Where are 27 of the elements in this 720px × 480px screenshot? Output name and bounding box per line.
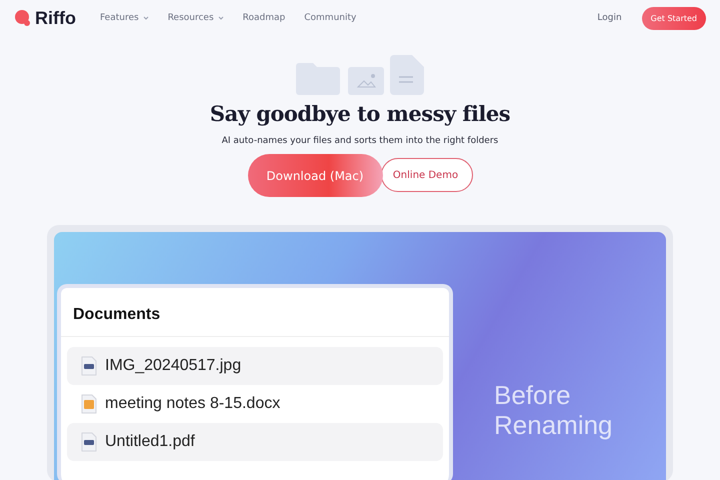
panel-title: Documents [61, 288, 449, 337]
brand-name: Riffo [35, 8, 76, 28]
hero-title: Say goodbye to messy files [210, 101, 510, 126]
get-started-button[interactable]: Get Started [642, 6, 706, 30]
file-row[interactable]: Untitled1.pdf [67, 423, 443, 461]
file-row[interactable]: IMG_20240517.jpg [67, 347, 443, 385]
showcase-caption: Before Renaming [494, 380, 614, 442]
file-name: IMG_20240517.jpg [105, 357, 242, 375]
file-name: Untitled1.pdf [105, 433, 195, 451]
login-link[interactable]: Login [597, 13, 622, 23]
note-file-icon [81, 394, 97, 414]
nav-link[interactable]: Roadmap [242, 13, 286, 23]
nav-link[interactable]: Resources [168, 13, 224, 23]
hero-subtitle: AI auto-names your files and sorts them into the right folders [222, 136, 498, 146]
chevron-down-icon [218, 16, 224, 20]
document-icon [390, 55, 424, 95]
image-file-icon [81, 432, 97, 452]
file-name: meeting notes 8-15.docx [105, 395, 280, 413]
nav-link[interactable]: Community [304, 13, 356, 23]
file-row[interactable]: meeting notes 8-15.docx [67, 385, 443, 423]
online-demo-button[interactable]: Online Demo [380, 158, 472, 192]
logo-icon [13, 9, 33, 27]
nav-link[interactable]: Features [100, 13, 149, 23]
image-icon [348, 67, 384, 95]
download-button[interactable]: Download (Mac) [248, 154, 382, 197]
image-file-icon [81, 356, 97, 376]
chevron-down-icon [142, 16, 149, 20]
